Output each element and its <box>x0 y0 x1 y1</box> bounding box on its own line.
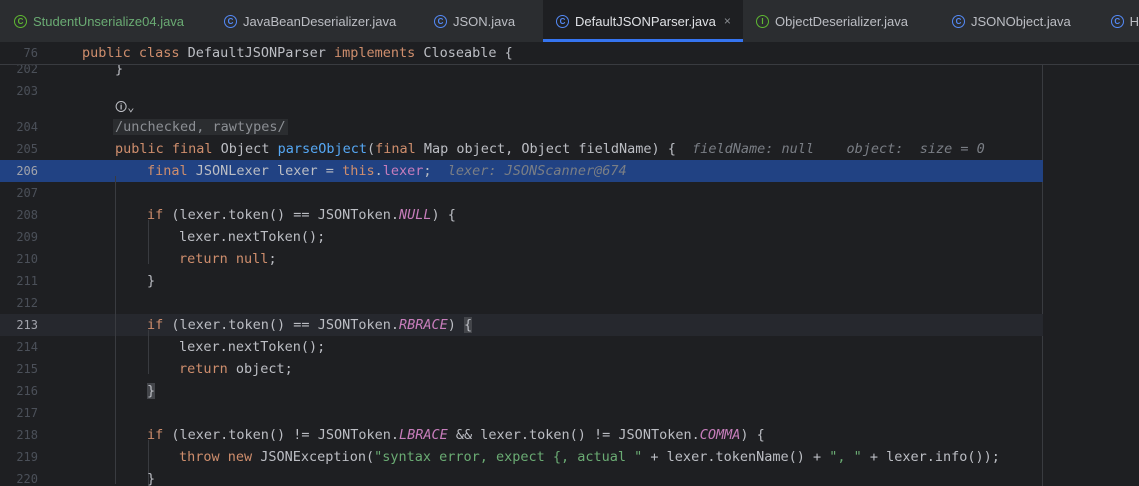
line-number: 217 <box>16 406 38 420</box>
java-class-icon: C <box>556 14 569 28</box>
code-line: return null; <box>179 251 277 267</box>
tab-label: ObjectDeserializer.java <box>775 13 908 29</box>
java-class-icon: C <box>1111 14 1124 28</box>
code-line: lexer.nextToken(); <box>179 229 326 245</box>
indent-guide <box>148 330 149 374</box>
line-number: 209 <box>16 230 38 244</box>
code-line: if (lexer.token() != JSONToken.LBRACE &&… <box>147 427 765 443</box>
line-number: 216 <box>16 384 38 398</box>
tab-studentunserialize04[interactable]: C StudentUnserialize04.java <box>0 0 210 42</box>
tab-defaultjsonparser[interactable]: C DefaultJSONParser.java × <box>543 0 743 42</box>
java-class-icon: C <box>224 14 237 28</box>
line-number: 219 <box>16 450 38 464</box>
sticky-header[interactable]: 76 public class DefaultJSONParser implem… <box>0 42 1139 65</box>
tab-json[interactable]: C JSON.java <box>420 0 542 42</box>
code-line: } <box>147 471 156 486</box>
line-number: 211 <box>16 274 38 288</box>
indent-guide <box>148 220 149 264</box>
tab-jsonobject[interactable]: C JSONObject.java <box>938 0 1098 42</box>
line-number: 76 <box>23 46 38 60</box>
sticky-class-declaration: public class DefaultJSONParser implement… <box>82 45 513 61</box>
line-number: 203 <box>16 84 38 98</box>
close-icon[interactable]: × <box>724 14 731 28</box>
matched-brace: { <box>464 317 473 333</box>
java-class-icon: C <box>952 14 965 28</box>
line-number: 215 <box>16 362 38 376</box>
java-class-icon: C <box>14 14 27 28</box>
tab-javabeandeserializer[interactable]: C JavaBeanDeserializer.java <box>210 0 420 42</box>
line-number: 213 <box>16 318 38 332</box>
line-number: 207 <box>16 186 38 200</box>
debug-inline-values: fieldName: null object: size = 0 <box>675 141 985 157</box>
code-line: throw new JSONException("syntax error, e… <box>179 449 1000 465</box>
line-number: 214 <box>16 340 38 354</box>
java-class-icon: C <box>434 14 447 28</box>
annotation-line: /unchecked, rawtypes/ <box>113 119 288 135</box>
code-line: if (lexer.token() == JSONToken.NULL) { <box>147 207 456 223</box>
tab-label: JSONObject.java <box>971 13 1071 29</box>
tab-label: JavaBeanDeserializer.java <box>243 13 397 29</box>
code-line: return object; <box>179 361 293 377</box>
code-line: if (lexer.token() == JSONToken.RBRACE) { <box>147 317 473 333</box>
line-number: 206 <box>16 164 38 178</box>
line-number: 204 <box>16 120 38 134</box>
tab-overflow[interactable]: C H <box>1098 0 1139 42</box>
line-number: 208 <box>16 208 38 222</box>
code-line: } <box>147 380 156 402</box>
tab-label: DefaultJSONParser.java <box>575 13 716 29</box>
editor-tab-bar: C StudentUnserialize04.java C JavaBeanDe… <box>0 0 1139 43</box>
method-declaration: public final Object parseObject(final Ma… <box>115 141 985 157</box>
code-line: final JSONLexer lexer = this.lexer; lexe… <box>147 163 627 179</box>
code-line: } <box>147 273 156 289</box>
line-number: 210 <box>16 252 38 266</box>
code-editor[interactable]: 76 public class DefaultJSONParser implem… <box>0 42 1139 486</box>
code-line: lexer.nextToken(); <box>179 339 326 355</box>
matched-brace: } <box>147 383 156 399</box>
suppress-warnings-icon[interactable]: 🛈⌄ <box>115 98 134 119</box>
tab-label: H <box>1129 13 1139 29</box>
java-interface-icon: I <box>756 14 769 28</box>
line-number: 212 <box>16 296 38 310</box>
right-margin-guide <box>1042 42 1043 486</box>
tab-label: JSON.java <box>453 13 516 29</box>
debug-inline-values: lexer: JSONScanner@674 <box>431 163 627 179</box>
line-number: 220 <box>16 472 38 486</box>
tab-label: StudentUnserialize04.java <box>33 13 185 29</box>
indent-guide <box>115 176 116 484</box>
line-number: 218 <box>16 428 38 442</box>
line-number: 205 <box>16 142 38 156</box>
tab-objectdeserializer[interactable]: I ObjectDeserializer.java <box>743 0 938 42</box>
